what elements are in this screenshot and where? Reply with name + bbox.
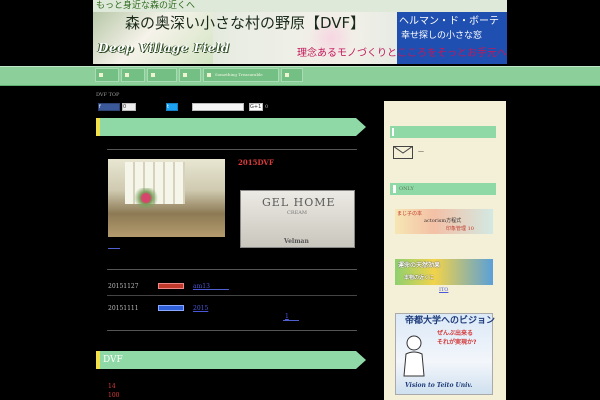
sidebar-header-marker	[393, 185, 396, 193]
twitter-icon: t	[167, 104, 169, 110]
ribbon-tail-icon	[356, 351, 366, 369]
person-illustration-icon	[403, 335, 425, 377]
gplus-icon: G+1	[250, 104, 262, 110]
ad-footer-text: Vision to Teito Univ.	[405, 382, 473, 389]
nav-tab-5-label: Something Treasurable	[215, 72, 263, 77]
divider	[107, 269, 357, 270]
ad-title: 帝都大学へのビジョン	[405, 316, 496, 326]
site-tagline: もっと身近な森の近くへ	[96, 1, 196, 11]
nav-bullet-icon	[151, 73, 155, 77]
post-date: 20151111	[108, 305, 139, 312]
ribbon-tail-icon	[356, 118, 366, 136]
nav-tab-3[interactable]	[147, 68, 177, 82]
header-right-subtitle: 幸せ探しの小さな窓	[401, 31, 483, 41]
nav-bullet-icon	[207, 73, 211, 77]
pagination-link[interactable]: 1	[285, 313, 289, 320]
sidebar-only-label: ONLY	[399, 186, 414, 192]
facebook-share-button[interactable]: f	[98, 103, 120, 111]
divider	[107, 330, 357, 331]
nav-tab-4[interactable]	[179, 68, 201, 82]
flower-vase-image	[132, 188, 160, 208]
gel-product-name: GEL HOME	[262, 196, 336, 209]
number-value: 14	[108, 383, 116, 390]
facebook-icon: f	[99, 104, 101, 110]
ad-link[interactable]: ITO	[439, 287, 448, 293]
facebook-count: 0	[122, 103, 136, 111]
nav-bullet-icon	[125, 73, 129, 77]
ad-text: ぜんぶ出来る	[437, 330, 474, 337]
gplus-count: 0	[265, 104, 269, 110]
ad-text: 本物の近くに	[404, 275, 435, 281]
nav-bullet-icon	[99, 73, 103, 77]
gplus-share-button[interactable]: G+1	[249, 103, 263, 111]
post-date: 20151127	[108, 283, 139, 290]
ad-text: 運命の天然効果	[398, 262, 441, 269]
post-link[interactable]: 2015	[193, 305, 208, 312]
divider	[107, 149, 357, 150]
section-title: DVF	[103, 355, 123, 365]
category-badge[interactable]	[158, 283, 184, 289]
mail-icon[interactable]	[393, 146, 413, 159]
nav-tab-2[interactable]	[121, 68, 145, 82]
bookmark-share-buttons[interactable]	[192, 103, 244, 111]
nav-bullet-icon	[183, 73, 187, 77]
ad-text: まじ子の本	[397, 211, 423, 217]
sidebar-header-marker	[392, 128, 394, 136]
nav-bullet-icon	[285, 73, 289, 77]
category-badge[interactable]	[158, 305, 184, 311]
pagination-underline	[283, 320, 299, 321]
gel-product-sub: CREAM	[287, 210, 307, 216]
section-title-bar	[96, 351, 356, 369]
mail-label: —	[418, 148, 424, 155]
ad-text: 印象管理 10	[446, 226, 474, 232]
entry-title-bar	[96, 118, 356, 136]
site-logo[interactable]: Deep Village Field	[98, 41, 230, 55]
header-right-title: ヘルマン・ド・ボーテ	[399, 16, 499, 27]
post-link-underline	[205, 289, 229, 290]
breadcrumb[interactable]: DVF TOP	[96, 92, 119, 99]
sidebar-header-bar	[390, 126, 496, 138]
entry-title[interactable]: 2015DVF	[238, 159, 274, 167]
section-title-accent	[96, 351, 100, 369]
ad-text: actorism方程式	[424, 218, 462, 224]
number-value: 100	[108, 392, 120, 399]
twitter-share-button[interactable]: t	[166, 103, 178, 111]
gel-brand: Velman	[284, 238, 309, 245]
photo-caption-link[interactable]	[108, 248, 120, 249]
nav-tab-6[interactable]	[281, 68, 303, 82]
divider	[107, 295, 357, 296]
site-title[interactable]: 森の奥深い小さな村の野原【DVF】	[125, 14, 365, 32]
ad-text: それが実現か?	[437, 339, 477, 346]
header-slogan: 理念あるモノづくりとこころをそっとお手元へ	[297, 48, 507, 59]
entry-title-accent	[96, 118, 100, 136]
nav-tab-1[interactable]	[95, 68, 119, 82]
